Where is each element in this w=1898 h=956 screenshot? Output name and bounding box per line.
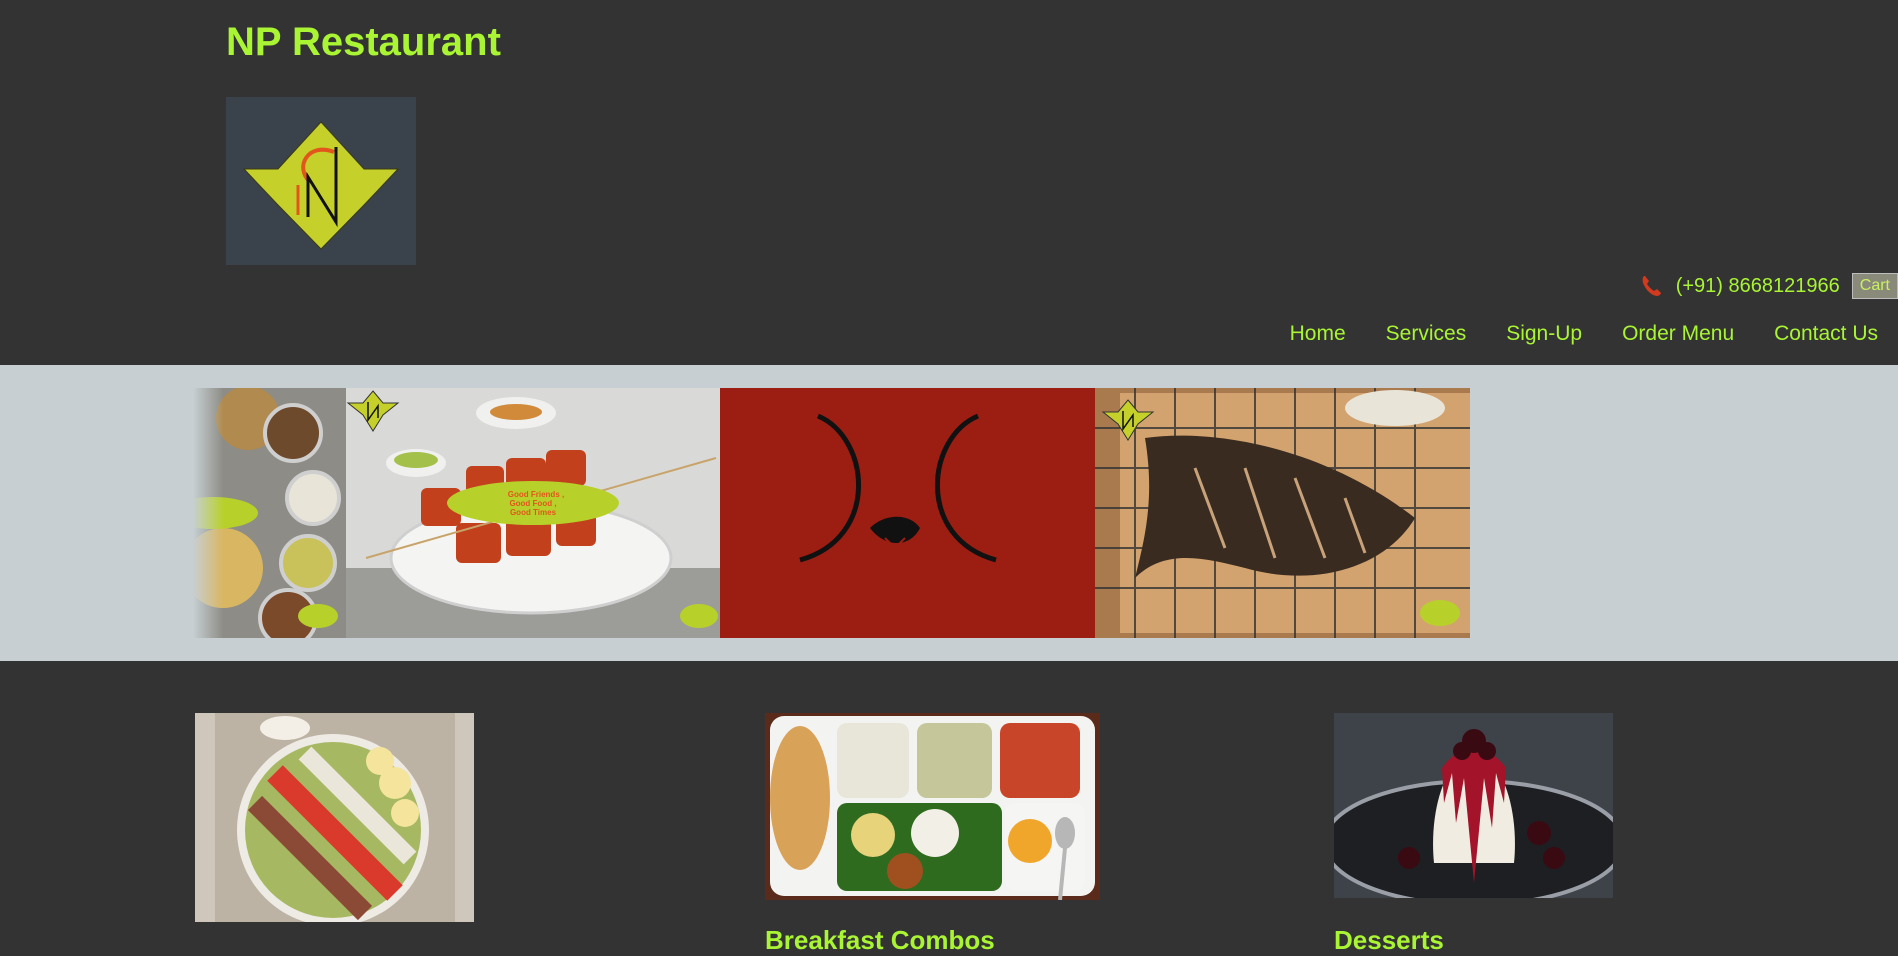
nav-sign-up[interactable]: Sign-Up	[1506, 322, 1582, 346]
slide-thali	[193, 388, 346, 638]
desserts-title[interactable]: Desserts	[1334, 925, 1444, 956]
image-slider[interactable]: Good Friends , Good Food , Good Times	[0, 365, 1898, 661]
slide-caption-line-3: Good Times	[510, 508, 557, 517]
salad-image[interactable]	[195, 713, 474, 922]
breakfast-combos-image[interactable]	[765, 713, 1100, 900]
nav-home[interactable]: Home	[1290, 322, 1346, 346]
phone-number[interactable]: (+91) 8668121966	[1676, 275, 1840, 298]
restaurant-logo	[226, 97, 416, 265]
slide-grilled-fish	[1095, 388, 1470, 638]
main-nav: Home Services Sign-Up Order Menu Contact…	[1290, 322, 1878, 346]
breakfast-combos-title[interactable]: Breakfast Combos	[765, 925, 995, 956]
site-title: NP Restaurant	[226, 20, 501, 64]
slide-caption-line-1: Good Friends ,	[508, 490, 564, 499]
phone-icon	[1642, 276, 1661, 296]
nav-order-menu[interactable]: Order Menu	[1622, 322, 1734, 346]
nav-contact-us[interactable]: Contact Us	[1774, 322, 1878, 346]
slide-caption-line-2: Good Food ,	[509, 499, 556, 508]
nav-services[interactable]: Services	[1386, 322, 1467, 346]
contact-row: (+91) 8668121966 Cart	[1638, 270, 1898, 302]
desserts-image[interactable]	[1334, 713, 1613, 898]
slide-paneer-tikka: Good Friends , Good Food , Good Times	[346, 388, 720, 638]
cart-button[interactable]: Cart	[1851, 273, 1898, 299]
slide-red-logo	[720, 388, 1095, 638]
